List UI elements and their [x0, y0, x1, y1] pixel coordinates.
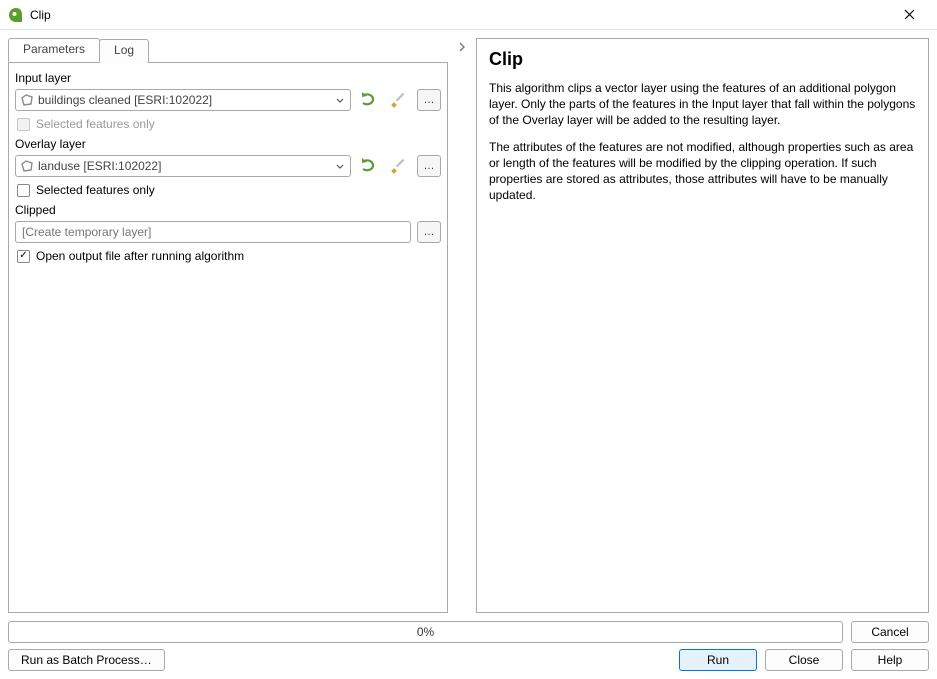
clipped-label: Clipped [15, 203, 441, 217]
overlay-layer-label: Overlay layer [15, 137, 441, 151]
overlay-selected-row: Selected features only [17, 183, 441, 197]
right-buttons: Run Close Help [679, 649, 929, 671]
window-title: Clip [30, 8, 889, 22]
input-selected-row: Selected features only [17, 117, 441, 131]
input-layer-row: buildings cleaned [ESRI:102022] … [15, 89, 441, 111]
app-icon [8, 7, 24, 23]
input-layer-combo[interactable]: buildings cleaned [ESRI:102022] [15, 89, 351, 111]
help-paragraph-1: This algorithm clips a vector layer usin… [489, 80, 916, 129]
overlay-layer-value: landuse [ESRI:102022] [38, 159, 336, 173]
close-button[interactable]: Close [765, 649, 843, 671]
tab-log[interactable]: Log [99, 39, 149, 63]
input-layer-browse-button[interactable]: … [417, 89, 441, 111]
button-row: Run as Batch Process… Run Close Help [8, 649, 929, 671]
progress-bar: 0% [8, 621, 843, 643]
run-batch-button[interactable]: Run as Batch Process… [8, 649, 165, 671]
tabbar: Parameters Log [8, 38, 448, 62]
content-area: Parameters Log Input layer buildings cle… [0, 30, 937, 621]
input-selected-checkbox [17, 118, 30, 131]
open-output-row: Open output file after running algorithm [17, 249, 441, 263]
close-icon[interactable] [889, 1, 929, 29]
clipped-row: … [15, 221, 441, 243]
parameters-pane: Input layer buildings cleaned [ESRI:1020… [8, 62, 448, 613]
overlay-selected-label: Selected features only [36, 183, 155, 197]
overlay-layer-row: landuse [ESRI:102022] … [15, 155, 441, 177]
iterate-icon[interactable] [357, 89, 381, 111]
input-selected-label: Selected features only [36, 117, 155, 131]
bottom-bar: 0% Cancel Run as Batch Process… Run Clos… [0, 621, 937, 679]
overlay-selected-checkbox[interactable] [17, 184, 30, 197]
polygon-layer-icon [20, 159, 34, 173]
open-output-label: Open output file after running algorithm [36, 249, 244, 263]
panel-expander[interactable] [456, 38, 468, 613]
polygon-layer-icon [20, 93, 34, 107]
iterate-icon[interactable] [357, 155, 381, 177]
help-panel: Clip This algorithm clips a vector layer… [476, 38, 929, 613]
advanced-options-icon[interactable] [387, 155, 411, 177]
chevron-down-icon [336, 93, 346, 107]
chevron-down-icon [336, 159, 346, 173]
titlebar: Clip [0, 0, 937, 30]
progress-row: 0% Cancel [8, 621, 929, 643]
tab-parameters[interactable]: Parameters [8, 38, 100, 62]
progress-text: 0% [417, 625, 434, 639]
open-output-checkbox[interactable] [17, 250, 30, 263]
run-button[interactable]: Run [679, 649, 757, 671]
clipped-output-input[interactable] [15, 221, 411, 243]
help-title: Clip [489, 49, 916, 70]
help-paragraph-2: The attributes of the features are not m… [489, 139, 916, 204]
overlay-layer-combo[interactable]: landuse [ESRI:102022] [15, 155, 351, 177]
input-layer-label: Input layer [15, 71, 441, 85]
help-button[interactable]: Help [851, 649, 929, 671]
input-layer-value: buildings cleaned [ESRI:102022] [38, 93, 336, 107]
cancel-button[interactable]: Cancel [851, 621, 929, 643]
overlay-layer-browse-button[interactable]: … [417, 155, 441, 177]
advanced-options-icon[interactable] [387, 89, 411, 111]
left-panel: Parameters Log Input layer buildings cle… [8, 38, 448, 613]
clipped-browse-button[interactable]: … [417, 221, 441, 243]
